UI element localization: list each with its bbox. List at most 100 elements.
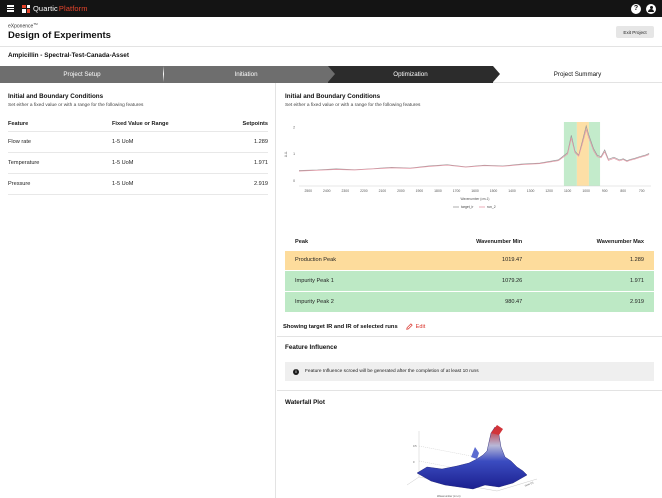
user-avatar-icon[interactable] [646,3,656,14]
waterfall-plot: 0.5 0 Wavenumber (cm-1) Time (s) [406,425,538,498]
x-tick-label: 2300 [342,189,350,193]
legend-label: run_2 [487,205,496,209]
edit-label: Edit [415,323,426,330]
y-tick-label: 2 [293,126,295,130]
logo-mark-icon [22,4,30,13]
table-row: Temperature 1-5 UoM 1.971 [8,151,268,173]
info-icon: i [293,368,299,375]
step-project-summary[interactable]: Project Summary [493,66,662,83]
x-tick-label: 700 [639,189,645,193]
peak-max: 1.289 [532,249,654,271]
x-tick-label: 1900 [416,189,424,193]
left-panel: Initial and Boundary Conditions Set eith… [0,83,276,498]
x-tick-label: 2400 [323,189,331,193]
section-divider [277,336,662,337]
peak-name: Production Peak [285,249,411,271]
y-tick-label: 1 [293,152,295,156]
step-initiation[interactable]: Initiation [164,66,328,83]
step-chevron [328,66,335,82]
showing-text: Showing target IR and IR of selected run… [283,323,398,330]
x-tick-label: 1100 [564,189,571,193]
logo-suffix: Platform [58,4,88,13]
feature-influence-notice: i Feature Influence scroed will be gener… [285,362,654,381]
feature-range: 1-5 UoM [112,172,203,195]
x-tick-label: 1400 [508,189,516,193]
header-divider [0,46,662,47]
x-tick-label: 1700 [453,189,461,193]
conditions-subtitle: Set either a fixed value or with a range… [8,103,144,108]
legend-label: target_ir [461,205,474,209]
step-chevron [164,66,171,82]
feature-setpoint: 2.919 [203,172,268,195]
step-separator [163,66,164,82]
conditions-title: Initial and Boundary Conditions [8,93,104,100]
x-tick-label: 1000 [582,189,590,193]
right-panel: Initial and Boundary Conditions Set eith… [277,83,662,498]
waterfall-title: Waterfall Plot [285,399,326,406]
summary-conditions-subtitle: Set either a fixed value or with a range… [285,103,421,108]
brand-tm: TM [33,22,38,26]
brand-label: eXponenceTM [8,22,38,30]
peak-min: 980.47 [410,290,533,312]
asset-name: Ampicillin - Spectral-Test-Canada-Asset [8,52,129,59]
help-icon[interactable]: ? [631,3,641,14]
peak-row-production: Production Peak 1019.47 1.289 [285,249,654,271]
peak-min: 1019.47 [410,249,533,271]
exit-project-button[interactable]: Exit Project [616,26,654,38]
page-title: Design of Experiments [8,30,111,41]
menu-icon[interactable] [7,5,14,12]
y-tick-label: 0 [293,179,295,183]
table-row: Pressure 1-5 UoM 2.919 [8,172,268,195]
col-feature: Feature [8,121,29,128]
col-peak: Peak [285,234,411,250]
col-range: Fixed Value or Range [112,121,169,128]
peak-max: 2.919 [532,290,654,312]
x-tick-label: 1600 [471,189,479,193]
peak-max: 1.971 [532,270,654,291]
features-table: Feature Fixed Value or Range Setpoints F… [8,118,268,195]
x-tick-label: 800 [620,189,626,193]
pencil-icon [405,323,413,330]
x-tick-label: 2000 [397,189,405,193]
col-wavenumber-max: Wavenumber Max [532,234,654,250]
section-divider [277,390,662,391]
peak-min: 1079.26 [410,270,533,291]
x-tick-label: 2200 [360,189,368,193]
x-axis-label: Wavenumber (cm-1) [461,197,490,201]
top-bar: QuarticPlatform ? [0,0,662,17]
waterfall-ridge [471,447,479,459]
feature-setpoint: 1.289 [203,130,268,152]
logo-name: Quartic [33,4,58,13]
peak-row-impurity-2: Impurity Peak 2 980.47 2.919 [285,290,654,312]
logo[interactable]: QuarticPlatform [22,4,88,13]
feature-influence-note: Feature Influence scroed will be generat… [305,369,479,374]
x-tick-label: 2500 [304,189,312,193]
logo-text: QuarticPlatform [33,4,88,13]
brand-name: eXponence [8,23,34,30]
feature-setpoint: 1.971 [203,151,268,173]
feature-name: Temperature [8,151,112,173]
x-tick-label: 1300 [527,189,535,193]
svg-text:0: 0 [413,460,415,464]
step-chevron [493,66,500,82]
col-wavenumber-min: Wavenumber Min [410,234,533,250]
peak-band [588,122,601,186]
waterfall-surface [416,426,528,490]
x-tick-label: 1500 [490,189,498,193]
progress-stepper: Project Setup Initiation Optimization Pr… [0,66,662,83]
peak-name: Impurity Peak 2 [285,290,411,312]
x-tick-label: 2100 [379,189,387,193]
feature-influence-title: Feature Influence [285,344,338,351]
col-setpoints: Setpoints [242,121,268,128]
feature-name: Pressure [8,172,112,195]
step-optimization[interactable]: Optimization [328,66,493,83]
peaks-table: Peak Wavenumber Min Wavenumber Max Produ… [285,234,654,312]
table-row: Flow rate 1-5 UoM 1.289 [8,130,268,152]
svg-text:Wavenumber (cm-1): Wavenumber (cm-1) [437,494,461,498]
y-axis-label: A.U. [284,151,288,157]
step-project-setup[interactable]: Project Setup [0,66,164,83]
feature-range: 1-5 UoM [112,151,203,173]
summary-conditions-title: Initial and Boundary Conditions [285,93,381,100]
edit-runs-button[interactable]: Edit [405,323,426,330]
peak-row-impurity-1: Impurity Peak 1 1079.26 1.971 [285,270,654,291]
